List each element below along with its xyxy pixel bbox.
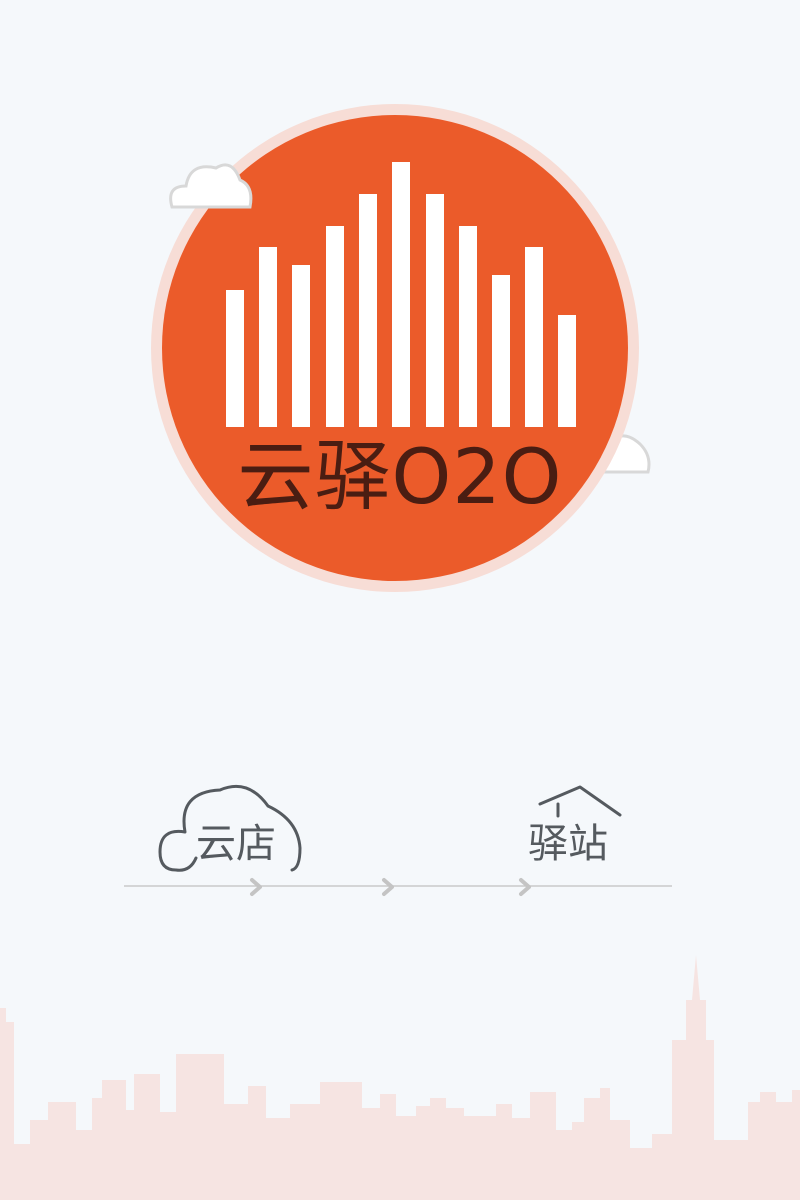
chevron-right-icon (519, 878, 531, 896)
station-label: 驿站 (528, 821, 608, 867)
chevron-right-icon (250, 878, 262, 896)
cloud-store-label: 云店 (196, 821, 276, 867)
chevron-right-icon (382, 878, 394, 896)
house-roof-icon (538, 785, 622, 818)
flow-illustration (124, 785, 672, 896)
